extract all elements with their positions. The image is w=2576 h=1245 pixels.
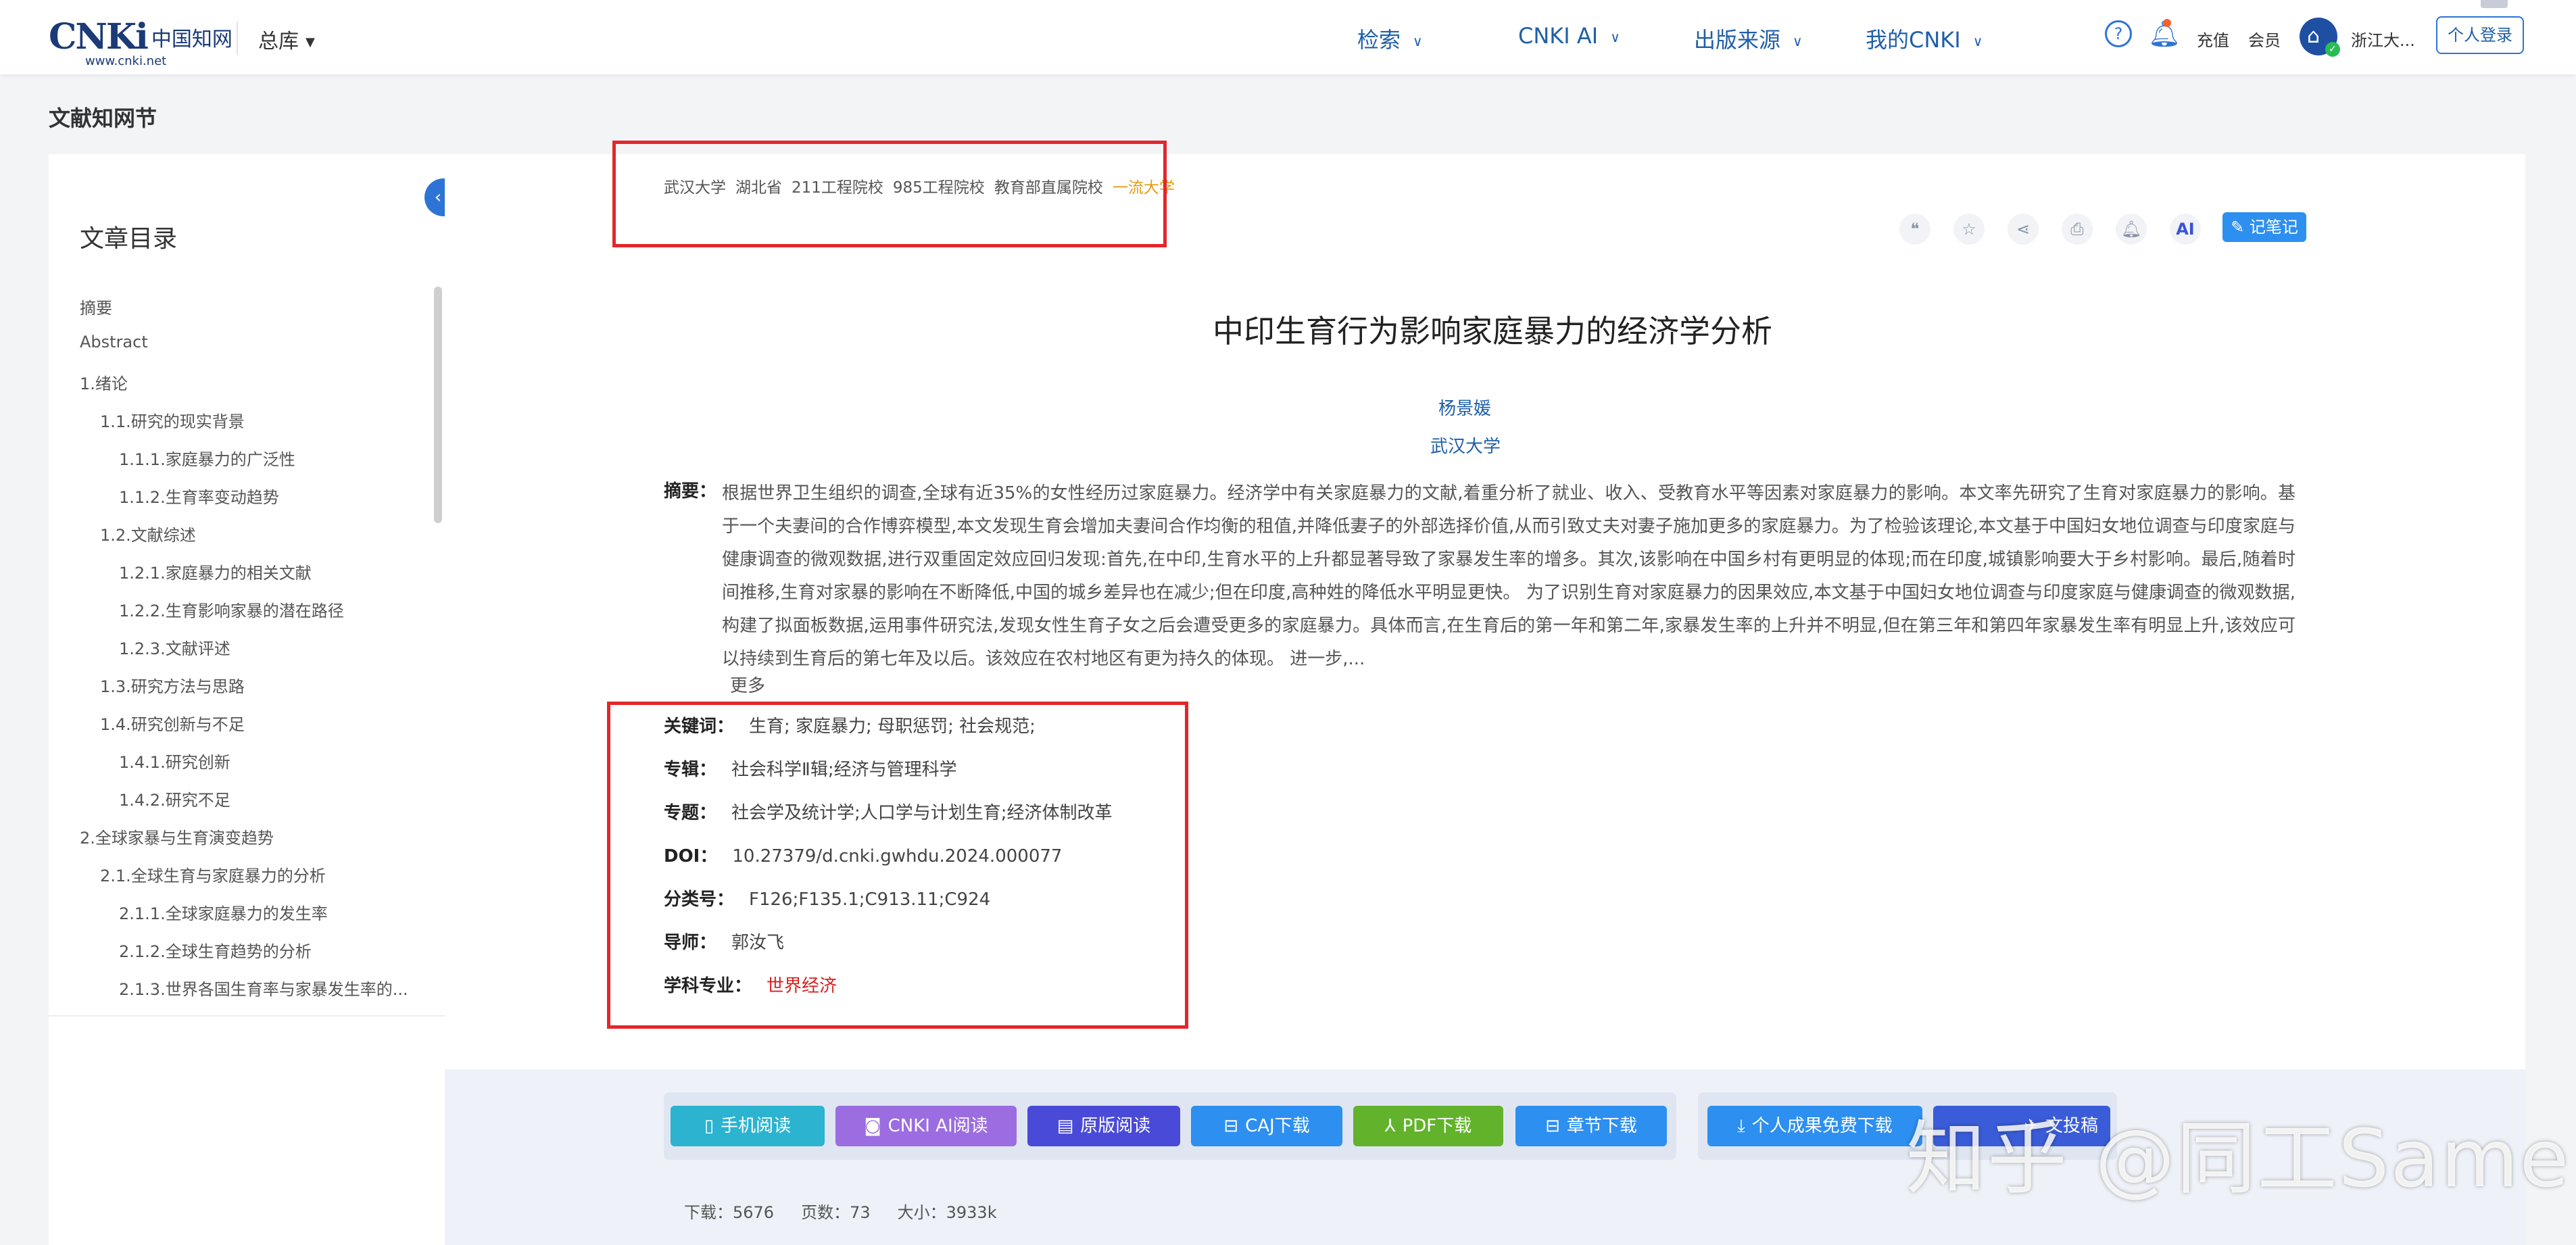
toc-item[interactable]: 1.1.1.家庭暴力的广泛性 (119, 446, 295, 470)
annotation-highlight-box (612, 141, 1167, 247)
personal-login-button[interactable]: 个人登录 (2436, 16, 2524, 54)
toc-item[interactable]: 2.1.2.全球生育趋势的分析 (119, 938, 312, 962)
page-title: 文献知网节 (49, 105, 157, 131)
toc-item[interactable]: 1.1.研究的现实背景 (100, 408, 245, 432)
cnki-ai-read-button[interactable]: ◙ CNKI AI阅读 (835, 1106, 1017, 1146)
print-icon[interactable]: ⎙ (2062, 214, 2093, 245)
bell-icon[interactable]: 🔔︎ (2116, 214, 2147, 245)
table-of-contents-panel: 文章目录 摘要 Abstract 1.绪论 1.1.研究的现实背景 1.1.1.… (49, 154, 445, 1245)
top-navigation-bar: CNKi 中国知网 www.cnki.net 总库 ▼ 检索 ∨ CNKI AI ∨ … (0, 0, 2576, 74)
mobile-read-label: 手机阅读 (721, 1116, 792, 1136)
download-icon: ⤓ (1737, 1116, 1745, 1136)
star-icon[interactable]: ☆ (1953, 214, 1985, 245)
nav-publication-source[interactable]: 出版来源 ∨ (1694, 23, 1803, 54)
toc-item[interactable]: Abstract (80, 333, 148, 351)
member-link[interactable]: 会员 (2248, 27, 2281, 51)
toc-item[interactable]: 1.2.2.生育影响家暴的潜在路径 (119, 597, 344, 621)
nav-publication-source-label: 出版来源 (1694, 27, 1781, 53)
caret-down-icon: ▼ (306, 35, 315, 49)
chapter-download-label: 章节下载 (1566, 1116, 1637, 1136)
chevron-down-icon: ∨ (1413, 33, 1423, 49)
toc-item[interactable]: 1.2.1.家庭暴力的相关文献 (119, 560, 312, 583)
logo-url: www.cnki.net (85, 54, 167, 68)
original-read-label: 原版阅读 (1080, 1116, 1151, 1136)
take-note-button[interactable]: ✎ 记笔记 (2222, 212, 2306, 242)
toc-item[interactable]: 1.绪论 (80, 370, 128, 394)
abstract-label: 摘要： (664, 481, 717, 502)
nav-my-cnki-label: 我的CNKI (1866, 27, 1961, 53)
institution-avatar[interactable]: ⌂ ✓ (2300, 18, 2340, 57)
library-selector[interactable]: 总库 ▼ (258, 24, 315, 54)
paper-title: 中印生育行为影响家庭暴力的经济学分析 (1213, 313, 1772, 349)
nav-cnki-ai[interactable]: CNKI AI ∨ (1518, 23, 1620, 49)
free-personal-download-label: 个人成果免费下载 (1751, 1116, 1893, 1136)
toc-scrollbar[interactable] (434, 287, 442, 523)
quote-icon[interactable]: ❝ (1899, 214, 1930, 245)
logo-mark: CNKi (49, 16, 149, 57)
notification-dot (2163, 19, 2171, 27)
toc-item[interactable]: 摘要 (80, 295, 112, 318)
toc-title: 文章目录 (80, 225, 178, 253)
corner-tab-icon[interactable] (2481, 0, 2508, 8)
chevron-down-icon: ∨ (1972, 33, 1983, 49)
take-note-label: 记笔记 (2249, 218, 2298, 237)
caj-download-label: CAJ下载 (1245, 1116, 1310, 1136)
library-label: 总库 (258, 30, 299, 53)
cnki-ai-read-label: CNKI AI阅读 (888, 1116, 988, 1136)
pdf-download-button[interactable]: ⅄ PDF下载 (1353, 1106, 1503, 1146)
toc-divider (49, 1015, 445, 1017)
toc-item[interactable]: 1.4.2.研究不足 (119, 787, 230, 810)
share-icon[interactable]: ⋖ (2008, 214, 2039, 245)
annotation-highlight-box (607, 702, 1188, 1029)
toc-item[interactable]: 1.4.研究创新与不足 (100, 711, 245, 735)
more-link[interactable]: 更多 (730, 672, 765, 697)
article-stats: 下载：5676 页数：73 大小：3933k (684, 1199, 1024, 1223)
ai-icon: ◙ (864, 1116, 881, 1136)
edit-icon: ✎ (2231, 218, 2245, 237)
original-read-button[interactable]: ▤ 原版阅读 (1027, 1106, 1180, 1146)
recharge-link[interactable]: 充值 (2197, 27, 2229, 51)
book-open-icon: ⊟ (1545, 1116, 1560, 1136)
ai-icon[interactable]: AI (2170, 214, 2201, 245)
pdf-download-label: PDF下载 (1402, 1116, 1472, 1136)
header-divider (237, 22, 238, 55)
cnki-logo[interactable]: CNKi 中国知网 www.cnki.net (49, 16, 233, 68)
toc-item[interactable]: 1.2.3.文献评述 (119, 635, 230, 659)
file-size: 大小：3933k (897, 1203, 997, 1222)
chevron-down-icon: ∨ (1610, 29, 1620, 45)
caj-download-button[interactable]: ⊟ CAJ下载 (1191, 1106, 1342, 1146)
mobile-read-button[interactable]: ▯ 手机阅读 (671, 1106, 825, 1146)
toc-item[interactable]: 1.2.文献综述 (100, 522, 196, 545)
phone-icon: ▯ (704, 1116, 714, 1136)
institution-icon: ⌂ (2307, 24, 2320, 48)
toc-item[interactable]: 1.4.1.研究创新 (119, 749, 230, 773)
nav-search-label: 检索 (1357, 27, 1401, 53)
book-icon: ▤ (1056, 1116, 1074, 1136)
institution-name[interactable]: 浙江大... (2351, 27, 2415, 51)
nav-search[interactable]: 检索 ∨ (1357, 23, 1423, 54)
book-open-icon: ⊟ (1223, 1116, 1239, 1136)
toc-item[interactable]: 2.全球家暴与生育演变趋势 (80, 825, 274, 848)
chapter-download-button[interactable]: ⊟ 章节下载 (1515, 1106, 1667, 1146)
toc-item[interactable]: 2.1.3.世界各国生育率与家暴发生率的... (119, 976, 408, 1000)
author-link[interactable]: 杨景媛 (1438, 395, 1491, 420)
logo-chinese-text: 中国知网 (151, 27, 233, 51)
institution-link[interactable]: 武汉大学 (1430, 433, 1501, 458)
pdf-icon: ⅄ (1384, 1116, 1396, 1136)
chevron-down-icon: ∨ (1793, 33, 1803, 49)
free-personal-download-button[interactable]: ⤓ 个人成果免费下载 (1707, 1106, 1922, 1146)
nav-cnki-ai-label: CNKI AI (1518, 23, 1599, 49)
toc-item[interactable]: 2.1.1.全球家庭暴力的发生率 (119, 900, 328, 924)
toc-item[interactable]: 1.1.2.生育率变动趋势 (119, 484, 279, 508)
verified-icon: ✓ (2325, 42, 2340, 57)
watermark: 知乎 @同工Same (1906, 1112, 2571, 1205)
page-count: 页数：73 (801, 1203, 871, 1222)
abstract-text: 根据世界卫生组织的调查,全球有近35%的女性经历过家庭暴力。经济学中有关家庭暴力… (722, 483, 2295, 669)
help-icon[interactable]: ? (2105, 20, 2132, 47)
toc-item[interactable]: 1.3.研究方法与思路 (100, 673, 245, 697)
download-count: 下载：5676 (684, 1203, 775, 1222)
toc-item[interactable]: 2.1.全球生育与家庭暴力的分析 (100, 862, 326, 886)
nav-my-cnki[interactable]: 我的CNKI ∨ (1866, 23, 1983, 54)
